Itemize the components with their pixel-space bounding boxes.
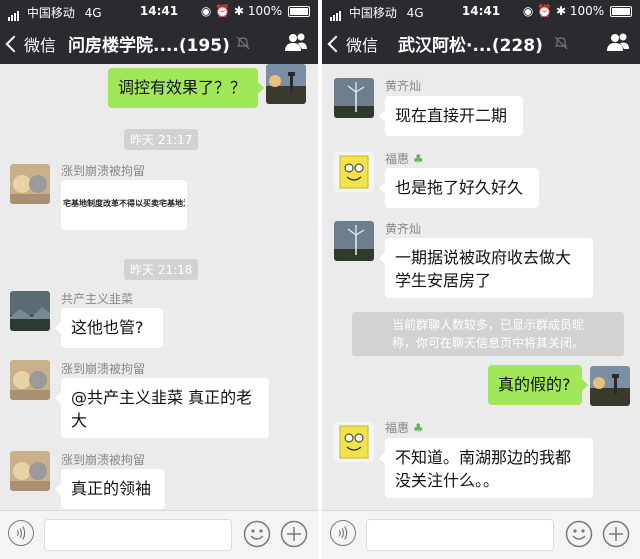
timestamp: 昨天 21:18	[124, 259, 199, 280]
emoji-icon[interactable]	[565, 520, 593, 548]
left-chat-screen: 中国移动 4G 14:41 ◉ ⏰ ✱ 100% 微信 问房楼学院....(19…	[0, 0, 318, 559]
message-list: 调控有效果了？？ 昨天 21:17 涨到崩溃被拘留 宅基地制度改革不得以买卖宅基…	[0, 64, 318, 511]
battery-icon	[610, 6, 632, 17]
back-chevron-icon	[327, 35, 345, 53]
system-notice-line: 称，你可在聊天信息页中将其关闭。	[391, 336, 584, 350]
message-text-line: 大	[71, 411, 88, 430]
message-input[interactable]	[366, 519, 554, 551]
sender-avatar-sponge[interactable]	[334, 152, 374, 192]
message-text: 真正的领袖	[71, 479, 152, 498]
clover-icon: ♣	[412, 421, 424, 435]
message-bubble[interactable]: 真正的领袖	[55, 469, 165, 509]
plus-icon[interactable]	[280, 520, 308, 548]
battery-percent: 100%	[247, 4, 283, 18]
emoji-icon[interactable]	[243, 520, 271, 548]
message-text-line: 学生安居房了	[395, 271, 492, 290]
back-label: 微信	[346, 36, 379, 55]
message-text: 现在直接开二期	[395, 106, 508, 125]
battery-percent: 100%	[569, 4, 605, 18]
status-right: ◉ ⏰ ✱ 100%	[201, 4, 310, 18]
message-bubble[interactable]: 一期据说被政府收去做大 学生安居房了	[379, 238, 593, 298]
sender-name: 共产主义韭菜	[61, 292, 134, 306]
sender-avatar-cats[interactable]	[10, 360, 50, 400]
message-list: 黄齐灿 现在直接开二期 福惠 ♣ 也是拖了好久好久 黄齐灿 一期据说被政府收去做…	[322, 64, 640, 511]
system-notice: 当前群聊人数较多，已显示群成员昵 称，你可在聊天信息页中将其关闭。	[352, 312, 624, 356]
message-bubble[interactable]: 不知道。南湖那边的我都 没关注什么。。	[379, 438, 593, 498]
image-message[interactable]: 宅基地制度改革不得以买卖宅基地为	[61, 180, 187, 230]
image-caption: 宅基地制度改革不得以买卖宅基地为	[63, 199, 185, 208]
sender-name: 黄齐灿	[385, 79, 422, 93]
navigation-bar: 微信 问房楼学院....(195)	[0, 22, 318, 64]
mute-icon	[236, 36, 250, 50]
sender-name: 黄齐灿	[385, 222, 422, 236]
chat-title: 武汉阿松·...(228)	[398, 36, 543, 56]
chat-title: 问房楼学院....(195)	[68, 36, 230, 56]
sender-avatar-cats[interactable]	[10, 451, 50, 491]
bluetooth-icon: ✱	[555, 4, 567, 18]
sender-avatar-landscape[interactable]	[10, 291, 50, 331]
lock-rotation-icon: ◉	[522, 4, 534, 18]
sender-name: 涨到崩溃被拘留	[61, 362, 146, 376]
back-button[interactable]: 微信	[327, 32, 379, 56]
timestamp: 昨天 21:17	[124, 129, 199, 150]
sender-avatar-sponge[interactable]	[334, 422, 374, 462]
my-avatar[interactable]	[590, 366, 630, 406]
sender-name: 福惠 ♣	[385, 421, 424, 435]
right-chat-screen: 中国移动 4G 14:41 ◉ ⏰ ✱ 100% 微信 武汉阿松·...(228…	[322, 0, 640, 559]
message-text: 调控有效果了？？	[118, 78, 247, 97]
sender-avatar-windmill[interactable]	[334, 78, 374, 118]
clover-icon: ♣	[412, 152, 424, 166]
sender-avatar-cats[interactable]	[10, 164, 50, 204]
voice-icon[interactable]	[330, 520, 356, 546]
message-text: 真的假的?	[498, 375, 571, 394]
system-notice-line: 当前群聊人数较多，已显示群成员昵	[391, 318, 584, 332]
voice-icon[interactable]	[8, 520, 34, 546]
status-bar: 中国移动 4G 14:41 ◉ ⏰ ✱ 100%	[322, 0, 640, 22]
message-text-line: 不知道。南湖那边的我都	[395, 448, 572, 467]
message-bubble[interactable]: 也是拖了好久好久	[379, 168, 539, 208]
lock-rotation-icon: ◉	[200, 4, 212, 18]
sender-name: 涨到崩溃被拘留	[61, 164, 146, 178]
group-info-icon[interactable]	[606, 32, 630, 52]
sender-name: 涨到崩溃被拘留	[61, 453, 146, 467]
message-bubble-mine[interactable]: 真的假的?	[488, 365, 588, 405]
message-text: 也是拖了好久好久	[395, 178, 524, 197]
message-text: 这他也管?	[71, 318, 144, 337]
message-bubble[interactable]: @共产主义韭菜 真正的老 大	[55, 378, 269, 438]
alarm-icon: ⏰	[537, 4, 553, 18]
group-info-icon[interactable]	[284, 32, 308, 52]
message-bubble-mine[interactable]: 调控有效果了？？	[108, 68, 264, 108]
bluetooth-icon: ✱	[233, 4, 245, 18]
back-button[interactable]: 微信	[5, 32, 57, 56]
message-text-line: 没关注什么。。	[395, 471, 500, 490]
status-right: ◉ ⏰ ✱ 100%	[523, 4, 632, 18]
mute-icon	[554, 36, 568, 50]
back-chevron-icon	[5, 35, 23, 53]
message-text-line: 一期据说被政府收去做大	[395, 248, 572, 267]
alarm-icon: ⏰	[215, 4, 231, 18]
input-toolbar	[322, 510, 640, 559]
my-avatar[interactable]	[266, 64, 306, 104]
input-toolbar	[0, 510, 318, 559]
message-input[interactable]	[44, 519, 232, 551]
sender-name: 福惠 ♣	[385, 152, 424, 166]
message-bubble[interactable]: 这他也管?	[55, 308, 163, 348]
message-bubble[interactable]: 现在直接开二期	[379, 96, 523, 136]
sender-avatar-windmill[interactable]	[334, 221, 374, 261]
back-label: 微信	[24, 36, 57, 55]
plus-icon[interactable]	[602, 520, 630, 548]
navigation-bar: 微信 武汉阿松·...(228)	[322, 22, 640, 64]
status-bar: 中国移动 4G 14:41 ◉ ⏰ ✱ 100%	[0, 0, 318, 22]
message-text-line: @共产主义韭菜 真正的老	[71, 388, 253, 407]
battery-icon	[288, 6, 310, 17]
